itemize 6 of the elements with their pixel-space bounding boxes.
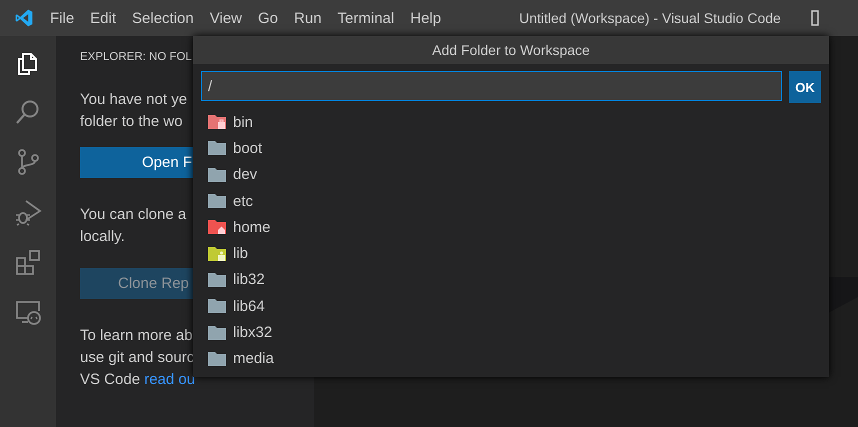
panel-heading: EXPLORER: NO FOL — [80, 51, 192, 63]
paragraph: To learn more ab use git and sourc VS Code read ou — [80, 326, 196, 390]
paragraph: You have not ye folder to the wo — [80, 90, 188, 132]
paragraph: You can clone a locally. — [80, 205, 186, 247]
window-title: Untitled (Workspace) - Visual Studio Code — [519, 10, 781, 26]
dialog-title: Add Folder to Workspace — [193, 36, 829, 64]
